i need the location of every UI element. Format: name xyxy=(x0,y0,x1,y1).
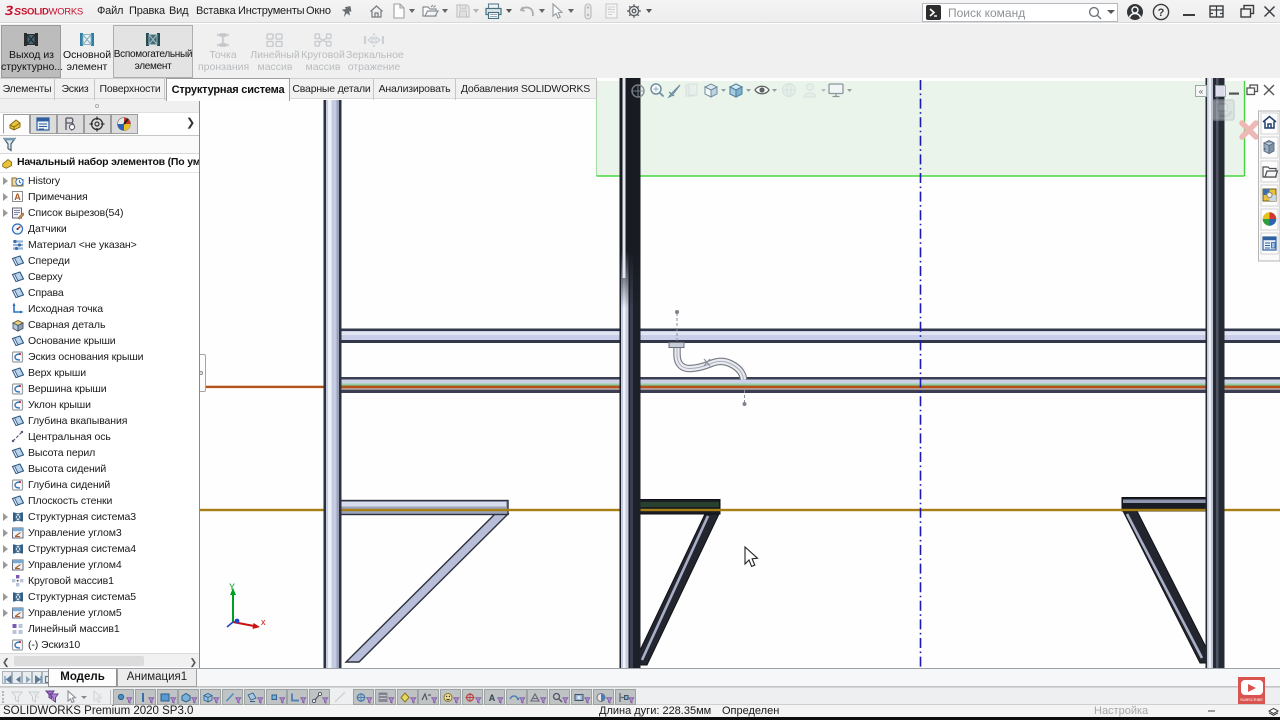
svg-text:A: A xyxy=(489,693,496,703)
svg-text:?: ? xyxy=(1158,7,1165,19)
svg-text:Y: Y xyxy=(229,582,235,592)
svg-text:A: A xyxy=(14,192,21,202)
svg-text:«: « xyxy=(1199,87,1204,96)
svg-text:SOLIDWORKS: SOLIDWORKS xyxy=(21,7,83,18)
svg-text:S: S xyxy=(14,6,21,18)
svg-text:x: x xyxy=(261,617,266,627)
